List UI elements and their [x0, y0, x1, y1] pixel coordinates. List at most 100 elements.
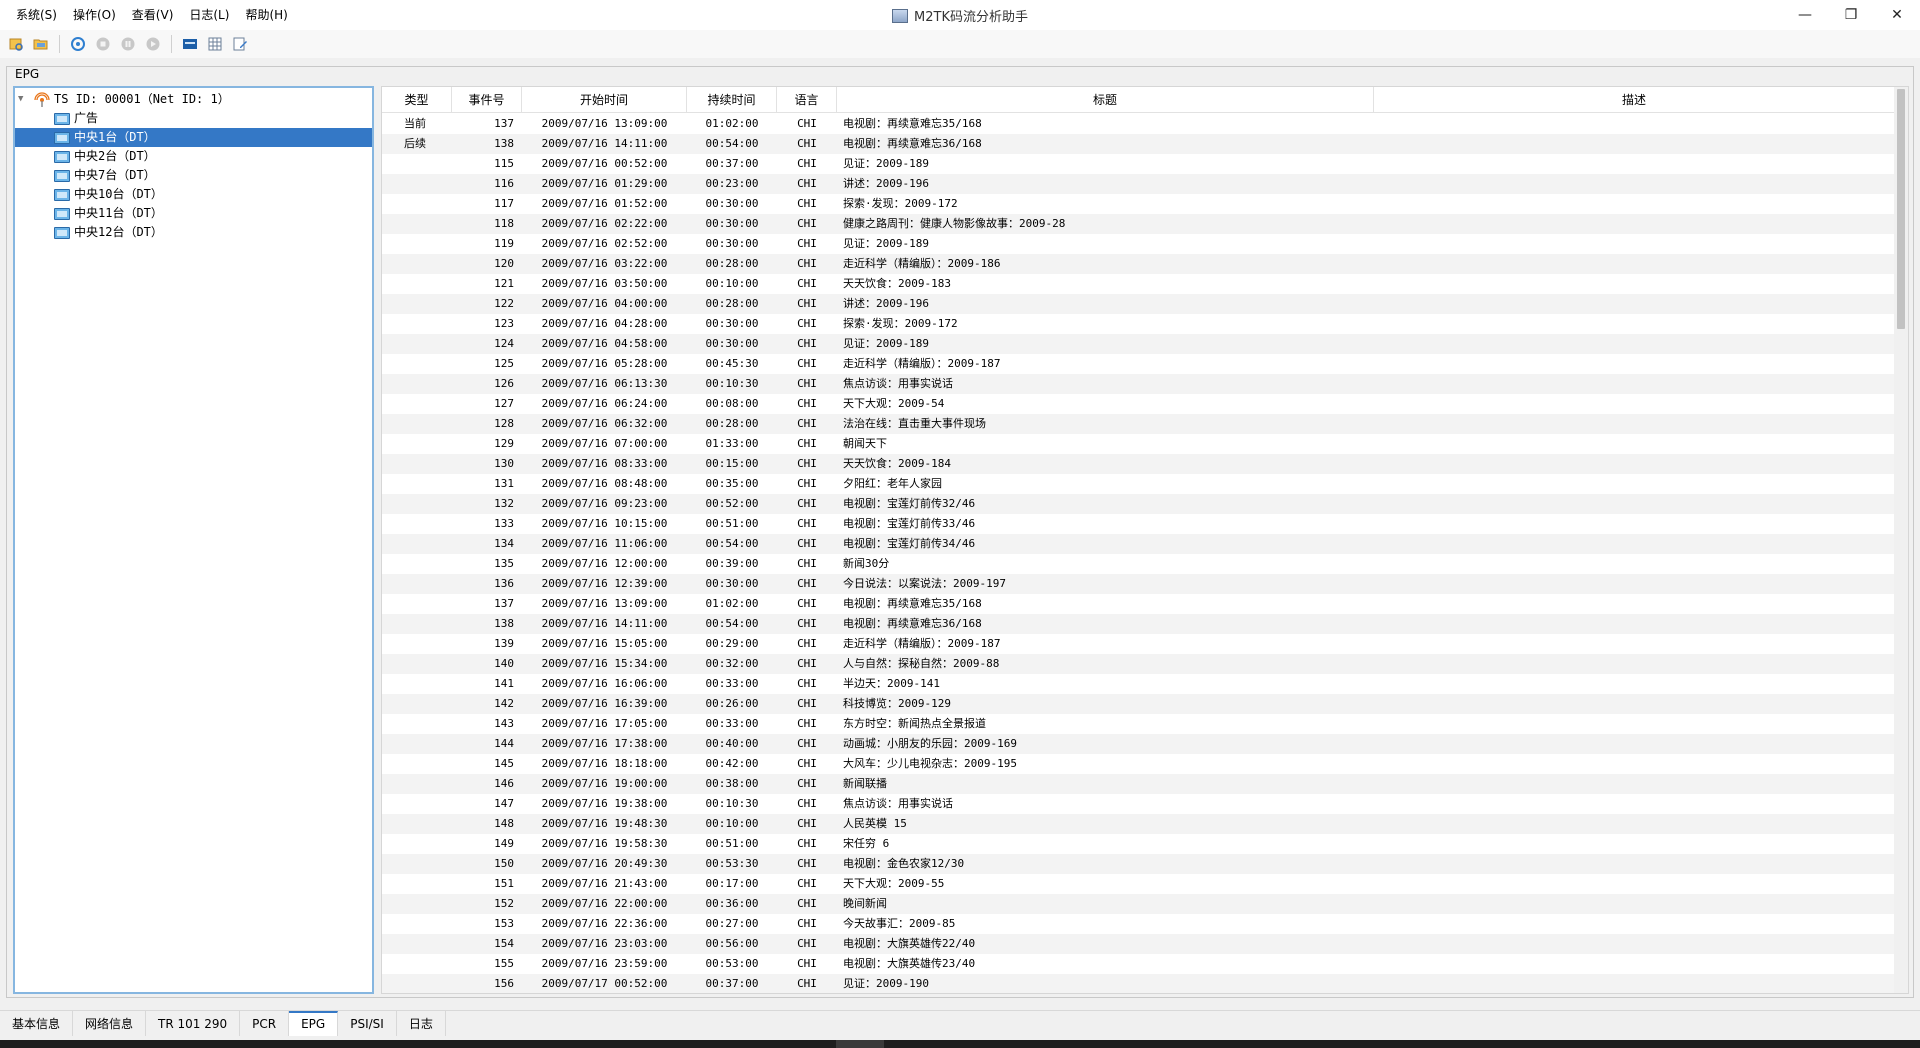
- scrollbar-thumb[interactable]: [1897, 89, 1905, 329]
- column-header-type[interactable]: 类型: [382, 87, 452, 113]
- tree-item-cctv12[interactable]: 中央12台（DT）: [54, 223, 163, 242]
- menu-system[interactable]: 系统(S): [8, 6, 65, 24]
- tree-item-ad[interactable]: 广告: [54, 109, 98, 128]
- table-row[interactable]: 128 2009/07/16 06:32:00 00:28:00 CHI 法治在线：直击…: [382, 414, 1894, 434]
- table-row[interactable]: 136 2009/07/16 12:39:00 00:30:00 CHI 今日说法：以案…: [382, 574, 1894, 594]
- cell-description: [1374, 934, 1894, 954]
- cell-description: [1374, 214, 1894, 234]
- table-row[interactable]: 147 2009/07/16 19:38:00 00:10:30 CHI 焦点访谈：用事…: [382, 794, 1894, 814]
- table-row[interactable]: 121 2009/07/16 03:50:00 00:10:00 CHI 天天饮食：20…: [382, 274, 1894, 294]
- table-row[interactable]: 140 2009/07/16 15:34:00 00:32:00 CHI 人与自然：探秘…: [382, 654, 1894, 674]
- pause-icon[interactable]: [118, 34, 138, 54]
- table-row[interactable]: 123 2009/07/16 04:28:00 00:30:00 CHI 探索·发现：2…: [382, 314, 1894, 334]
- open-folder-icon[interactable]: [31, 34, 51, 54]
- tree-item-label: 中央10台（DT）: [74, 187, 163, 201]
- table-row[interactable]: 127 2009/07/16 06:24:00 00:08:00 CHI 天下大观：20…: [382, 394, 1894, 414]
- channel-tree[interactable]: ▼ TS ID: 00001（Net ID: 1） 广告 中央1台（DT） 中央…: [13, 86, 374, 994]
- table-row[interactable]: 132 2009/07/16 09:23:00 00:52:00 CHI 电视剧：宝莲灯…: [382, 494, 1894, 514]
- table-row[interactable]: 131 2009/07/16 08:48:00 00:35:00 CHI 夕阳红：老年人…: [382, 474, 1894, 494]
- epg-table[interactable]: 类型 事件号 开始时间 持续时间 语言 标题 描述 当前 137 2009/07/1…: [381, 86, 1909, 994]
- cell-event-id: 115: [494, 157, 514, 170]
- play-icon[interactable]: [143, 34, 163, 54]
- table-row[interactable]: 139 2009/07/16 15:05:00 00:29:00 CHI 走近科学（精编…: [382, 634, 1894, 654]
- table-row[interactable]: 155 2009/07/16 23:59:00 00:53:00 CHI 电视剧：大旗英…: [382, 954, 1894, 974]
- table-row[interactable]: 152 2009/07/16 22:00:00 00:36:00 CHI 晚间新闻: [382, 894, 1894, 914]
- tree-root[interactable]: ▼ TS ID: 00001（Net ID: 1）: [18, 90, 230, 109]
- table-row[interactable]: 133 2009/07/16 10:15:00 00:51:00 CHI 电视剧：宝莲灯…: [382, 514, 1894, 534]
- table-row[interactable]: 141 2009/07/16 16:06:00 00:33:00 CHI 半边天：200…: [382, 674, 1894, 694]
- minimize-button[interactable]: —: [1782, 0, 1828, 30]
- tab-log[interactable]: 日志: [397, 1011, 446, 1036]
- console-icon[interactable]: [180, 34, 200, 54]
- menu-operate[interactable]: 操作(O): [65, 6, 124, 24]
- cell-start-time: 2009/07/16 18:18:00: [541, 757, 668, 770]
- table-row[interactable]: 当前 137 2009/07/16 13:09:00 01:02:00 CHI 电视剧：再…: [382, 114, 1894, 134]
- table-row[interactable]: 154 2009/07/16 23:03:00 00:56:00 CHI 电视剧：大旗英…: [382, 934, 1894, 954]
- table-row[interactable]: 129 2009/07/16 07:00:00 01:33:00 CHI 朝闻天下: [382, 434, 1894, 454]
- stop-icon[interactable]: [93, 34, 113, 54]
- table-row[interactable]: 120 2009/07/16 03:22:00 00:28:00 CHI 走近科学（精编…: [382, 254, 1894, 274]
- column-header-language[interactable]: 语言: [777, 87, 837, 113]
- maximize-button[interactable]: ❐: [1828, 0, 1874, 30]
- table-row[interactable]: 137 2009/07/16 13:09:00 01:02:00 CHI 电视剧：再续意…: [382, 594, 1894, 614]
- table-row[interactable]: 122 2009/07/16 04:00:00 00:28:00 CHI 讲述：2009…: [382, 294, 1894, 314]
- table-row[interactable]: 126 2009/07/16 06:13:30 00:10:30 CHI 焦点访谈：用事…: [382, 374, 1894, 394]
- column-header-event-id[interactable]: 事件号: [452, 87, 522, 113]
- cell-start-time: 2009/07/16 06:13:30: [541, 377, 668, 390]
- table-row[interactable]: 118 2009/07/16 02:22:00 00:30:00 CHI 健康之路周刊：…: [382, 214, 1894, 234]
- table-row[interactable]: 116 2009/07/16 01:29:00 00:23:00 CHI 讲述：2009…: [382, 174, 1894, 194]
- table-row[interactable]: 142 2009/07/16 16:39:00 00:26:00 CHI 科技博览：20…: [382, 694, 1894, 714]
- taskbar-app-highlight[interactable]: [836, 1040, 884, 1048]
- table-row[interactable]: 151 2009/07/16 21:43:00 00:17:00 CHI 天下大观：20…: [382, 874, 1894, 894]
- menu-view[interactable]: 查看(V): [124, 6, 182, 24]
- tree-item-cctv7[interactable]: 中央7台（DT）: [54, 166, 156, 185]
- table-row[interactable]: 130 2009/07/16 08:33:00 00:15:00 CHI 天天饮食：20…: [382, 454, 1894, 474]
- tab-basic-info[interactable]: 基本信息: [0, 1011, 74, 1036]
- table-row[interactable]: 150 2009/07/16 20:49:30 00:53:30 CHI 电视剧：金色农…: [382, 854, 1894, 874]
- tab-pcr[interactable]: PCR: [240, 1011, 290, 1036]
- table-row[interactable]: 135 2009/07/16 12:00:00 00:39:00 CHI 新闻30分: [382, 554, 1894, 574]
- table-row[interactable]: 149 2009/07/16 19:58:30 00:51:00 CHI 宋任穷 6: [382, 834, 1894, 854]
- column-header-start-time[interactable]: 开始时间: [522, 87, 687, 113]
- table-row[interactable]: 后续 138 2009/07/16 14:11:00 00:54:00 CHI 电视剧：再…: [382, 134, 1894, 154]
- menu-log[interactable]: 日志(L): [181, 6, 237, 24]
- tab-network-info[interactable]: 网络信息: [73, 1011, 147, 1036]
- cell-title: 电视剧：大旗英雄传22/40: [843, 937, 976, 950]
- tab-epg[interactable]: EPG: [289, 1011, 339, 1036]
- tree-item-cctv2[interactable]: 中央2台（DT）: [54, 147, 156, 166]
- table-row[interactable]: 117 2009/07/16 01:52:00 00:30:00 CHI 探索·发现：2…: [382, 194, 1894, 214]
- table-row[interactable]: 134 2009/07/16 11:06:00 00:54:00 CHI 电视剧：宝莲灯…: [382, 534, 1894, 554]
- tree-item-label: 广告: [74, 111, 99, 125]
- table-row[interactable]: 153 2009/07/16 22:36:00 00:27:00 CHI 今天故事汇：2…: [382, 914, 1894, 934]
- table-row[interactable]: 124 2009/07/16 04:58:00 00:30:00 CHI 见证：2009…: [382, 334, 1894, 354]
- tree-item-cctv10[interactable]: 中央10台（DT）: [54, 185, 163, 204]
- vertical-scrollbar[interactable]: [1894, 87, 1908, 993]
- column-header-title[interactable]: 标题: [837, 87, 1374, 113]
- table-row[interactable]: 138 2009/07/16 14:11:00 00:54:00 CHI 电视剧：再续意…: [382, 614, 1894, 634]
- tree-item-cctv11[interactable]: 中央11台（DT）: [54, 204, 163, 223]
- table-row[interactable]: 156 2009/07/17 00:52:00 00:37:00 CHI 见证：2009…: [382, 974, 1894, 993]
- table-row[interactable]: 119 2009/07/16 02:52:00 00:30:00 CHI 见证：2009…: [382, 234, 1894, 254]
- table-row[interactable]: 148 2009/07/16 19:48:30 00:10:00 CHI 人民英模 15: [382, 814, 1894, 834]
- table-row[interactable]: 144 2009/07/16 17:38:00 00:40:00 CHI 动画城：小朋友…: [382, 734, 1894, 754]
- table-row[interactable]: 146 2009/07/16 19:00:00 00:38:00 CHI 新闻联播: [382, 774, 1894, 794]
- column-header-duration[interactable]: 持续时间: [687, 87, 777, 113]
- refresh-icon[interactable]: [68, 34, 88, 54]
- cell-language: CHI: [797, 517, 817, 530]
- column-header-description[interactable]: 描述: [1374, 87, 1894, 113]
- cell-type: [382, 774, 452, 794]
- tab-psi-si[interactable]: PSI/SI: [338, 1011, 397, 1036]
- table-row[interactable]: 125 2009/07/16 05:28:00 00:45:30 CHI 走近科学（精编…: [382, 354, 1894, 374]
- cell-duration: 00:29:00: [705, 637, 759, 650]
- table-icon[interactable]: [205, 34, 225, 54]
- open-file-icon[interactable]: [6, 34, 26, 54]
- collapse-arrow-icon[interactable]: ▼: [18, 90, 30, 109]
- close-button[interactable]: ✕: [1874, 0, 1920, 30]
- tab-tr101290[interactable]: TR 101 290: [146, 1011, 241, 1036]
- table-row[interactable]: 115 2009/07/16 00:52:00 00:37:00 CHI 见证：2009…: [382, 154, 1894, 174]
- menu-help[interactable]: 帮助(H): [237, 6, 295, 24]
- table-row[interactable]: 145 2009/07/16 18:18:00 00:42:00 CHI 大风车：少儿电…: [382, 754, 1894, 774]
- table-row[interactable]: 143 2009/07/16 17:05:00 00:33:00 CHI 东方时空：新闻…: [382, 714, 1894, 734]
- edit-icon[interactable]: [230, 34, 250, 54]
- tree-item-cctv1[interactable]: 中央1台（DT）: [15, 128, 372, 147]
